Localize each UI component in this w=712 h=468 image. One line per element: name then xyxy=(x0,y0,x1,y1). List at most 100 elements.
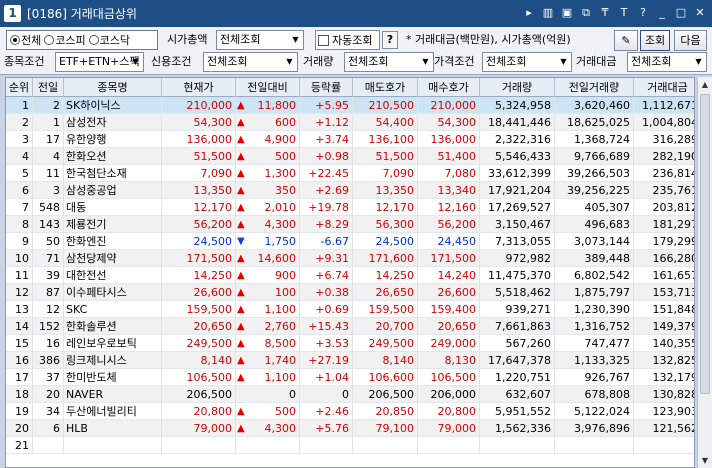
query-button[interactable]: 조회 xyxy=(640,30,670,51)
column-header[interactable]: 등락률 xyxy=(300,78,353,97)
minimize-icon[interactable]: _ xyxy=(654,4,670,22)
cell-name-text: 링크제니시스 xyxy=(66,354,127,367)
magic-icon[interactable]: ✎ xyxy=(614,30,638,51)
font-icon[interactable]: T xyxy=(616,4,632,22)
cell-name: NAVER xyxy=(64,386,162,403)
table-row[interactable]: 19 34 두산에너빌리티 20,800 ▲ 500 +2.46 20,850 20,800 5,… xyxy=(6,403,695,420)
cell-amount-text: 149,379 xyxy=(652,320,695,333)
radio-all[interactable]: 전체 xyxy=(10,32,41,48)
table-row[interactable]: 15 16 레인보우로보틱 249,500 ▲ 8,500 +3.53 249,500 249,… xyxy=(6,335,694,352)
item-condition-select[interactable]: ETF+ETN+스팩 ▼ xyxy=(55,52,144,72)
chevron-down-icon: ▼ xyxy=(560,57,567,66)
amount-condition-select[interactable]: 전체조회 ▼ xyxy=(627,52,707,72)
table-row-selected[interactable]: 1 2 SK하이닉스 210,000 ▲ 11,800 +5.95 210,500 210,00… xyxy=(6,97,694,114)
table-row[interactable]: 8 143 제룡전기 56,200 ▲ 4,300 +8.29 56,300 56,200 3,1… xyxy=(6,216,694,233)
cell-prev-rank-text: 152 xyxy=(39,320,60,333)
column-header[interactable]: 거래대금 xyxy=(634,78,694,97)
vertical-scrollbar[interactable]: ▲ ▼ xyxy=(697,77,712,468)
cell-prev-rank: 2 xyxy=(33,97,64,114)
table-row[interactable]: 7 548 대동 12,170 ▲ 2,010 +19.78 12,170 12,160 17,2… xyxy=(6,199,694,216)
table-row[interactable]: 12 87 이수페타시스 26,600 ▲ 100 +0.38 26,650 26,600 5,5… xyxy=(6,284,694,301)
credit-select[interactable]: 전체조회 ▼ xyxy=(203,52,298,72)
cell-amount-text: 151,848 xyxy=(652,303,695,316)
column-header[interactable]: 현재가 xyxy=(162,78,236,97)
cell-price: 54,300 xyxy=(162,114,236,131)
cell-price: 26,600 xyxy=(162,284,236,301)
cell-volume-text: 7,661,863 xyxy=(495,320,551,333)
maximize-icon[interactable]: □ xyxy=(673,4,689,22)
cell-rate-text: +1.12 xyxy=(315,116,349,129)
cell-volume: 2,322,316 xyxy=(480,131,555,148)
volume-select[interactable]: 전체조회 ▼ xyxy=(344,52,434,72)
cell-ask: 54,400 xyxy=(353,114,418,131)
table-row[interactable]: 17 37 한미반도체 106,500 ▲ 1,100 +1.04 106,600 106,50… xyxy=(6,369,694,386)
table-row[interactable]: 20 6 HLB 79,000 ▲ 4,300 +5.76 79,100 79,000 1,562… xyxy=(6,420,694,437)
cell-rate: +0.98 xyxy=(300,148,353,165)
cell-rate-text: +0.69 xyxy=(315,303,349,316)
scroll-down-icon[interactable]: ▼ xyxy=(698,453,712,468)
link-icon[interactable]: ⧉ xyxy=(578,4,594,22)
cell-volume-text: 5,951,552 xyxy=(495,405,551,418)
cell-amount: 123,903 xyxy=(634,403,695,420)
help-icon[interactable]: ? xyxy=(635,4,651,22)
cell-volume: 11,475,370 xyxy=(480,267,555,284)
cell-volume: 3,150,467 xyxy=(480,216,555,233)
table-row[interactable]: 18 20 NAVER 206,500 0 0 206,500 206,000 632,607 6… xyxy=(6,386,695,403)
table-row[interactable]: 11 39 대한전선 14,250 ▲ 900 +6.74 14,250 14,240 11,47… xyxy=(6,267,694,284)
cell-volume: 7,661,863 xyxy=(480,318,555,335)
cell-rank: 20 xyxy=(6,420,33,437)
pin-icon[interactable]: ₸ xyxy=(597,4,613,22)
up-arrow-icon: ▲ xyxy=(237,117,245,128)
cell-name-text: 한미반도체 xyxy=(66,371,117,384)
table-row[interactable]: 21 xyxy=(6,437,694,454)
cell-prev-rank: 143 xyxy=(33,216,64,233)
cell-rank-text: 4 xyxy=(22,150,29,163)
table-row[interactable]: 9 50 한화엔진 24,500 ▼ 1,750 -6.67 24,500 24,450 7,31… xyxy=(6,233,694,250)
cell-bid: 13,340 xyxy=(418,182,480,199)
column-header[interactable]: 매수호가 xyxy=(418,78,480,97)
cell-name: 대한전선 xyxy=(64,267,162,284)
scroll-up-icon[interactable]: ▲ xyxy=(698,77,712,92)
column-header[interactable]: 종목명 xyxy=(64,78,162,97)
table-row[interactable]: 3 17 유한양행 136,000 ▲ 4,900 +3.74 136,100 136,000 2… xyxy=(6,131,694,148)
play-icon[interactable]: ▸ xyxy=(521,4,537,22)
column-header[interactable]: 거래량 xyxy=(480,78,555,97)
radio-dot-selected xyxy=(10,35,20,45)
cell-prev-rank-text: 2 xyxy=(53,99,60,112)
menu-icon[interactable]: ▥ xyxy=(540,4,556,22)
column-header[interactable]: 전일대비 xyxy=(236,78,300,97)
radio-kospi[interactable]: 코스피 xyxy=(44,32,86,48)
column-header[interactable]: 전일 xyxy=(33,78,64,97)
table-row[interactable]: 14 152 한화솔루션 20,650 ▲ 2,760 +15.43 20,700 20,650… xyxy=(6,318,695,335)
table-row[interactable]: 5 11 한국첨단소재 7,090 ▲ 1,300 +22.45 7,090 7,080 33,6… xyxy=(6,165,694,182)
cell-rate: +9.31 xyxy=(300,250,353,267)
table-row[interactable]: 13 12 SKC 159,500 ▲ 1,100 +0.69 159,500 159,400 9… xyxy=(6,301,695,318)
column-header[interactable]: 매도호가 xyxy=(353,78,418,97)
cell-bid: 79,000 xyxy=(418,420,480,437)
market-cap-select[interactable]: 전체조회 ▼ xyxy=(216,30,304,50)
cell-rank: 8 xyxy=(6,216,33,233)
price-condition-select[interactable]: 전체조회 ▼ xyxy=(482,52,572,72)
cell-change: ▲ 1,740 xyxy=(236,352,300,369)
column-header[interactable]: 전일거래량 xyxy=(555,78,634,97)
scroll-thumb[interactable] xyxy=(700,94,710,394)
cell-price: 24,500 xyxy=(162,233,236,250)
cell-rank-text: 10 xyxy=(15,252,29,265)
table-row[interactable]: 2 1 삼성전자 54,300 ▲ 600 +1.12 54,400 54,300 18,441,… xyxy=(6,114,694,131)
help-button[interactable]: ? xyxy=(382,31,398,49)
column-header[interactable]: 순위 xyxy=(6,78,33,97)
cell-ask-text: 8,140 xyxy=(382,354,415,367)
auto-query-checkbox[interactable]: 자동조회 xyxy=(315,30,380,50)
radio-kosdaq[interactable]: 코스닥 xyxy=(88,32,130,48)
cell-rank: 16 xyxy=(6,352,33,369)
table-row[interactable]: 16 386 링크제니시스 8,140 ▲ 1,740 +27.19 8,140 8,130 17… xyxy=(6,352,694,369)
cell-price-text: 26,600 xyxy=(193,286,233,299)
close-icon[interactable]: ✕ xyxy=(692,4,708,22)
cell-amount-text: 130,828 xyxy=(652,388,695,401)
cell-rate-text: +19.78 xyxy=(308,201,349,214)
table-row[interactable]: 4 4 한화오션 51,500 ▲ 500 +0.98 51,500 51,400 5,546,4… xyxy=(6,148,694,165)
window-icon[interactable]: ▣ xyxy=(559,4,575,22)
table-row[interactable]: 6 3 삼성중공업 13,350 ▲ 350 +2.69 13,350 13,340 17,921… xyxy=(6,182,694,199)
table-row[interactable]: 10 71 삼천당제약 171,500 ▲ 14,600 +9.31 171,600 171,5… xyxy=(6,250,694,267)
next-button[interactable]: 다음 xyxy=(674,30,707,51)
